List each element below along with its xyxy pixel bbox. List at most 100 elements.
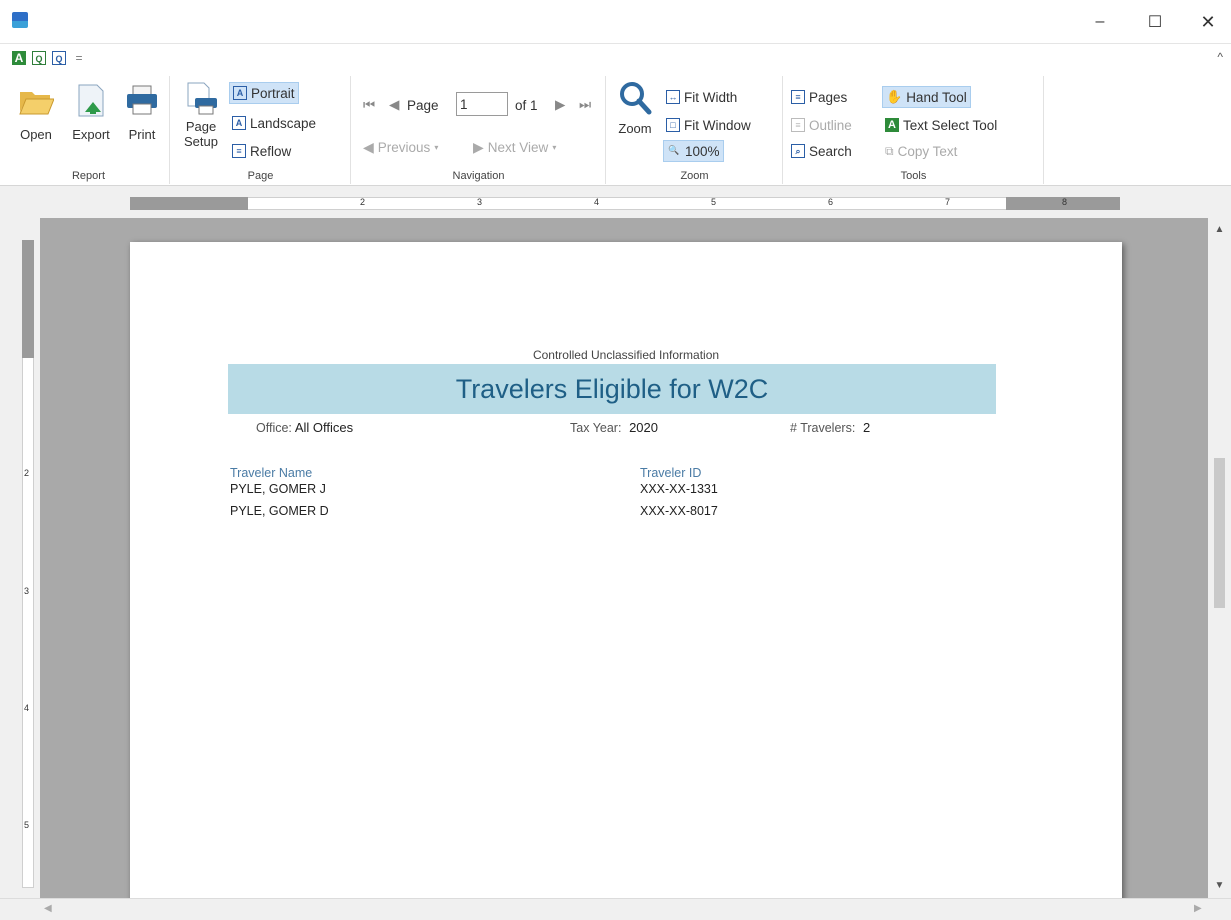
ruler-number: 4: [24, 703, 30, 713]
portrait-button[interactable]: A Portrait: [229, 82, 299, 104]
preview-icon[interactable]: Q: [32, 51, 46, 65]
report-title: Travelers Eligible for W2C: [228, 364, 996, 414]
last-page-button[interactable]: ⏭: [576, 94, 594, 116]
report-group-label: Report: [71, 170, 106, 182]
ruler-number: 5: [24, 820, 30, 830]
fit-width-icon: ↔: [666, 90, 680, 104]
scroll-right-icon[interactable]: ▶: [1194, 903, 1202, 914]
ruler-number: 2: [360, 197, 366, 207]
export-button[interactable]: Export: [64, 82, 118, 142]
zoom-group: Zoom ↔ Fit Width □ Fit Window 🔍 100% Zoo…: [607, 76, 783, 184]
ruler-number: 8: [1062, 197, 1068, 207]
scroll-thumb[interactable]: [1214, 458, 1225, 608]
left-margin-marker[interactable]: [130, 197, 248, 210]
column-header-id: Traveler ID: [640, 466, 702, 480]
next-page-button[interactable]: ▶: [552, 94, 568, 116]
fit-window-icon: □: [666, 118, 680, 132]
page-label: Page: [407, 97, 439, 113]
zoom-100-icon: 🔍: [668, 145, 680, 155]
travelers-count-field: # Travelers: 2: [790, 420, 870, 435]
search-button[interactable]: ⌕ Search: [788, 140, 855, 162]
office-value: All Offices: [294, 420, 354, 435]
zoom-button[interactable]: Zoom: [609, 80, 661, 136]
pages-icon: ≡: [791, 90, 805, 104]
app-icon: [12, 12, 28, 28]
page-count-label: of 1: [515, 97, 538, 113]
tax-year-value: 2020: [629, 420, 658, 435]
portrait-icon: A: [233, 86, 247, 100]
text-select-icon: A: [885, 118, 899, 132]
quick-access-toolbar: A Q Q = ^: [0, 44, 1231, 72]
landscape-button[interactable]: A Landscape: [229, 112, 319, 134]
next-view-button[interactable]: ▶ Next View ▾: [470, 136, 559, 158]
hand-tool-button[interactable]: ✋ Hand Tool: [882, 86, 971, 108]
print-button[interactable]: Print: [120, 82, 164, 142]
maximize-button[interactable]: ☐: [1135, 8, 1175, 36]
fit-window-button[interactable]: □ Fit Window: [663, 114, 754, 136]
pages-button[interactable]: ≡ Pages: [788, 86, 850, 108]
previous-page-button[interactable]: ◀: [386, 94, 402, 116]
scroll-left-icon[interactable]: ◀: [44, 903, 52, 914]
outline-button[interactable]: ≡ Outline: [788, 114, 855, 136]
scroll-up-icon[interactable]: ▲: [1208, 224, 1231, 235]
zoom-group-label: Zoom: [680, 170, 709, 182]
printer-icon: [127, 85, 157, 115]
back-circle-icon: ◀: [363, 138, 374, 155]
landscape-icon: A: [232, 116, 246, 130]
navigation-group-label: Navigation: [452, 170, 505, 182]
tools-group: ≡ Pages ≡ Outline ⌕ Search ✋ Hand Tool A…: [784, 76, 1044, 184]
previous-view-button[interactable]: ◀ Previous ▾: [360, 136, 441, 158]
navigation-group: ⏮ ◀ Page 1 of 1 ▶ ⏭ ◀ Previous ▾ ▶ Next …: [352, 76, 606, 184]
page-number-input[interactable]: 1: [456, 92, 508, 116]
vertical-scrollbar[interactable]: ▲ ▼: [1208, 218, 1231, 898]
fit-width-button[interactable]: ↔ Fit Width: [663, 86, 740, 108]
horizontal-scrollbar[interactable]: ◀ ▶: [0, 898, 1231, 920]
first-page-button[interactable]: ⏮: [360, 94, 378, 116]
ruler-number: 3: [24, 586, 30, 596]
close-button[interactable]: ✕: [1188, 8, 1228, 36]
ruler-number: 6: [828, 197, 834, 207]
zoom-page-icon[interactable]: Q: [52, 51, 66, 65]
ruler-track: [130, 197, 1120, 210]
horizontal-ruler: 2 3 4 5 6 7 8: [40, 192, 1208, 214]
tools-group-label: Tools: [900, 170, 927, 182]
text-select-tool-button[interactable]: A Text Select Tool: [882, 114, 1000, 136]
minimize-button[interactable]: –: [1080, 8, 1120, 36]
collapse-ribbon-icon[interactable]: ^: [1217, 50, 1223, 64]
page-group: Page Setup A Portrait A Landscape ≡ Refl…: [171, 76, 351, 184]
table-cell-id: XXX-XX-1331: [640, 482, 718, 496]
tax-year-label: Tax Year:: [570, 421, 622, 435]
open-button[interactable]: Open: [12, 82, 60, 142]
column-header-name: Traveler Name: [230, 466, 313, 480]
reflow-icon: ≡: [232, 144, 246, 158]
hand-icon: ✋: [886, 89, 903, 104]
page-setup-button[interactable]: Page Setup: [177, 80, 225, 149]
vertical-ruler: 2 3 4 5: [18, 232, 38, 892]
reflow-button[interactable]: ≡ Reflow: [229, 140, 294, 162]
zoom-100-button[interactable]: 🔍 100%: [663, 140, 724, 162]
table-cell-id: XXX-XX-8017: [640, 504, 718, 518]
travelers-count-value: 2: [862, 420, 871, 435]
ruler-number: 5: [711, 197, 717, 207]
document-viewport[interactable]: Controlled Unclassified Information Trav…: [40, 218, 1208, 898]
customize-qat-icon[interactable]: =: [72, 51, 86, 65]
report-page: Controlled Unclassified Information Trav…: [130, 242, 1122, 898]
copy-text-button[interactable]: ⧉ Copy Text: [882, 140, 960, 162]
scroll-down-icon[interactable]: ▼: [1208, 880, 1231, 891]
ruler-number: 3: [477, 197, 483, 207]
tax-year-field: Tax Year: 2020: [570, 420, 658, 435]
top-margin-marker[interactable]: [22, 240, 34, 358]
page-group-label: Page: [247, 170, 274, 182]
table-cell-name: PYLE, GOMER J: [230, 482, 326, 496]
export-icon: [78, 84, 104, 117]
report-group: Open Export Print Report: [8, 76, 170, 184]
copy-icon: ⧉: [885, 143, 894, 158]
text-select-icon[interactable]: A: [12, 51, 26, 65]
forward-circle-icon: ▶: [473, 138, 484, 155]
ruler-number: 7: [945, 197, 951, 207]
travelers-count-label: # Travelers:: [790, 421, 856, 435]
office-label: Office:: [256, 421, 292, 435]
magnifier-icon: [620, 82, 652, 115]
office-field: Office: All Offices: [256, 420, 353, 435]
table-cell-name: PYLE, GOMER D: [230, 504, 329, 518]
